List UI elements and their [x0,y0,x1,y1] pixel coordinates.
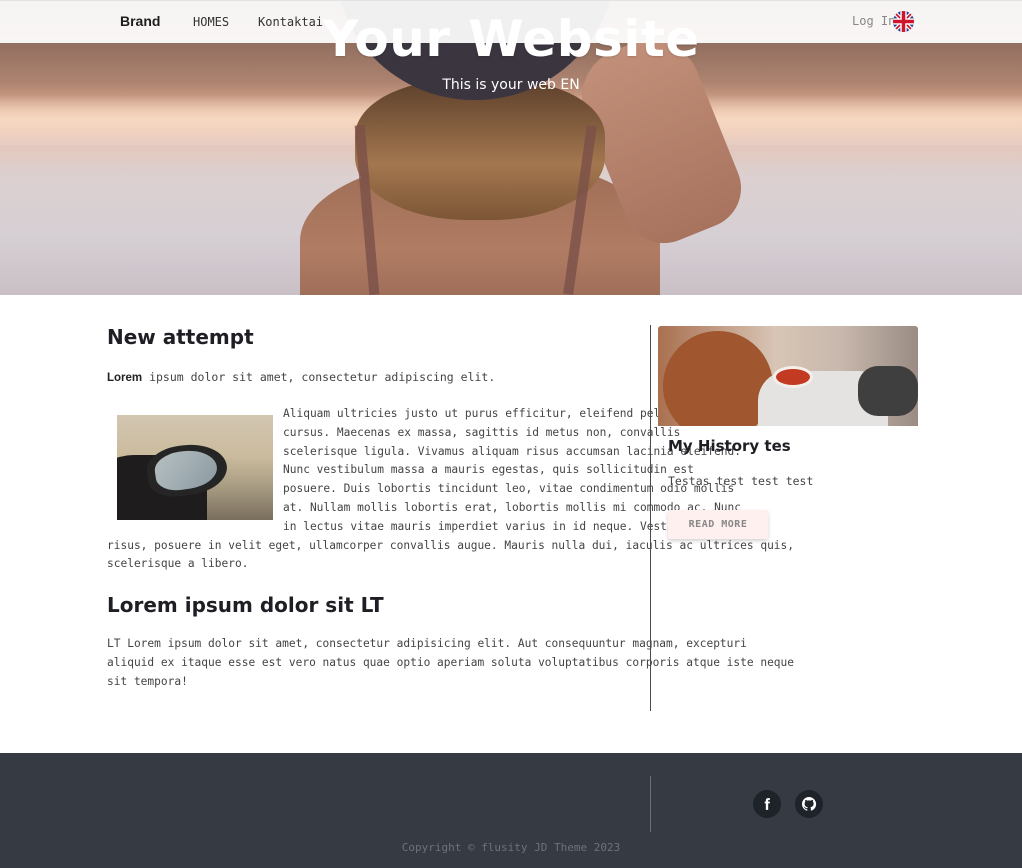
article-paragraph-line: risus, posuere in velit eget, ullamcorpe… [107,539,795,552]
nav-link-kontaktai[interactable]: Kontaktai [258,15,323,29]
article-lead: Lorem ipsum dolor sit amet, consectetur … [107,370,495,384]
article-paragraph-line: posuere. Duis lobortis tincidunt leo, vi… [283,482,735,495]
article-paragraph-line: cursus. Maecenas ex massa, sagittis id m… [283,426,681,439]
card-person-hair [663,331,773,426]
github-icon[interactable] [795,790,823,818]
footer: Copyright © flusity JD Theme 2023 [0,753,1022,868]
hero-banner: Your Website This is your web EN [0,0,1022,295]
card-title: My History tes [668,437,791,455]
article-image-car-mirror [117,415,273,520]
card-image-coffee [658,326,918,426]
brand-link[interactable]: Brand [120,13,160,29]
article-paragraph-line: Nunc vestibulum massa a mauris egestas, … [283,463,694,476]
copyright-text: Copyright © flusity JD Theme 2023 [401,841,621,854]
uk-flag-icon[interactable] [893,11,914,32]
hero-person-hair [355,80,605,220]
article-title: New attempt [107,325,254,349]
top-navbar: Brand HOMES Kontaktai Log In [0,0,1022,43]
nav-link-homes[interactable]: HOMES [193,15,229,29]
lead-bold: Lorem [107,372,143,384]
card-text: Testas test test test [668,474,814,488]
content-divider [650,325,651,711]
read-more-button[interactable]: READ MORE [668,510,768,539]
section-paragraph-line: aliquid ex itaque esse est vero natus qu… [107,656,795,669]
card-person-legs [858,366,918,416]
lead-text: ipsum dolor sit amet, consectetur adipis… [142,370,496,384]
hero-subtitle: This is your web EN [442,77,580,93]
login-link[interactable]: Log In [852,14,895,28]
article-paragraph-line: scelerisque a libero. [107,557,249,570]
coffee-cup [773,366,813,388]
section-paragraph-line: sit tempora! [107,675,188,688]
section-title: Lorem ipsum dolor sit LT [107,593,384,617]
footer-divider [650,776,651,832]
facebook-icon[interactable] [753,790,781,818]
